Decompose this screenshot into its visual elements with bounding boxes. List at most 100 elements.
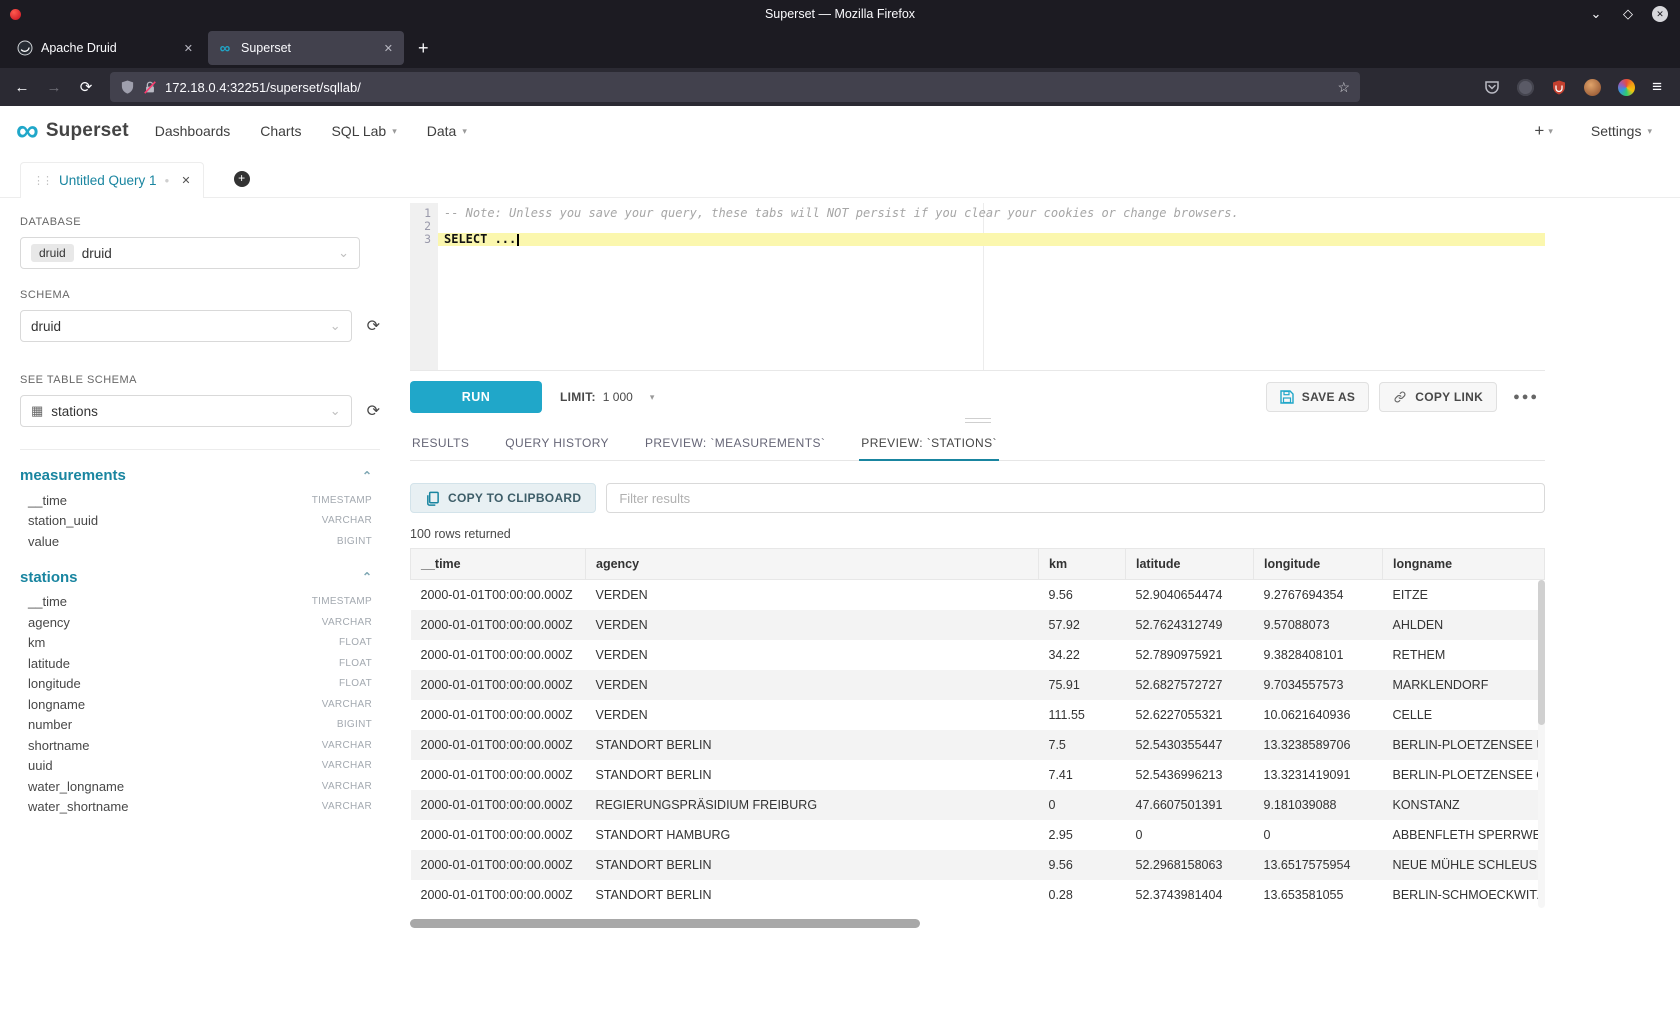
schema-column-row[interactable]: value BIGINT xyxy=(20,531,372,552)
menu-icon[interactable]: ≡ xyxy=(1652,77,1662,97)
schema-column-row[interactable]: water_shortname VARCHAR xyxy=(20,797,372,818)
run-button[interactable]: RUN xyxy=(410,381,542,413)
chevron-up-icon[interactable]: ⌃ xyxy=(362,570,372,584)
nav-label: Charts xyxy=(260,123,301,139)
table-name: measurements xyxy=(20,467,126,484)
table-select[interactable]: ▦ stations ⌄ xyxy=(20,395,352,427)
table-row: 2000-01-01T00:00:00.000Z VERDEN 34.22 52… xyxy=(411,640,1545,670)
schema-column-row[interactable]: agency VARCHAR xyxy=(20,612,372,633)
chevron-up-icon[interactable]: ⌃ xyxy=(362,469,372,483)
browser-navbar: ← → ⟳ 172.18.0.4:32251/superset/sqllab/ … xyxy=(0,68,1680,106)
column-header[interactable]: latitude xyxy=(1126,549,1254,580)
table-row: 2000-01-01T00:00:00.000Z VERDEN 111.55 5… xyxy=(411,700,1545,730)
sqllab-sidebar: DATABASE druid druid ⌄ SCHEMA druid ⌄ ⟳ … xyxy=(0,198,400,1012)
copy-link-button[interactable]: COPY LINK xyxy=(1379,382,1497,412)
cell-agency: STANDORT HAMBURG xyxy=(586,820,1039,850)
schema-select[interactable]: druid ⌄ xyxy=(20,310,352,342)
cell-agency: STANDORT BERLIN xyxy=(586,880,1039,910)
link-icon xyxy=(1393,390,1407,404)
table-row: 2000-01-01T00:00:00.000Z VERDEN 9.56 52.… xyxy=(411,580,1545,611)
insecure-lock-icon[interactable] xyxy=(143,80,157,95)
column-header[interactable]: agency xyxy=(586,549,1039,580)
back-button[interactable]: ← xyxy=(8,73,36,101)
window-close-icon[interactable]: ✕ xyxy=(1652,6,1668,22)
bookmark-star-icon[interactable]: ☆ xyxy=(1338,79,1351,96)
column-header[interactable]: km xyxy=(1039,549,1126,580)
tab-preview-stations[interactable]: PREVIEW: `STATIONS` xyxy=(859,427,999,461)
editor-code-area[interactable]: -- Note: Unless you save your query, the… xyxy=(438,203,1545,370)
schema-column-row[interactable]: latitude FLOAT xyxy=(20,653,372,674)
column-name: km xyxy=(28,635,45,650)
query-tab-close-icon[interactable]: ✕ xyxy=(181,174,190,187)
nav-data[interactable]: Data ▾ xyxy=(427,123,467,139)
nav-dashboards[interactable]: Dashboards xyxy=(155,123,231,139)
schema-column-row[interactable]: water_longname VARCHAR xyxy=(20,776,372,797)
browser-tab-apache-druid[interactable]: Apache Druid ✕ xyxy=(8,31,204,65)
schema-column-row[interactable]: longitude FLOAT xyxy=(20,674,372,695)
cell-longitude: 9.3828408101 xyxy=(1254,640,1383,670)
new-query-tab-button[interactable]: + xyxy=(234,171,250,187)
schema-column-row[interactable]: number BIGINT xyxy=(20,715,372,736)
nav-sql-lab[interactable]: SQL Lab ▾ xyxy=(331,123,396,139)
ublock-icon[interactable] xyxy=(1551,79,1567,96)
new-tab-button[interactable]: + xyxy=(408,36,439,61)
limit-dropdown[interactable]: LIMIT: 1 000 ▾ xyxy=(560,390,654,404)
tab-query-history[interactable]: QUERY HISTORY xyxy=(503,427,611,461)
table-section-header[interactable]: measurements ⌃ xyxy=(20,467,372,484)
query-tab-untitled-1[interactable]: ⋮⋮ Untitled Query 1 ● ✕ xyxy=(20,162,204,198)
column-header[interactable]: longitude xyxy=(1254,549,1383,580)
tab-results[interactable]: RESULTS xyxy=(410,427,471,461)
refresh-schemas-icon[interactable]: ⟳ xyxy=(367,316,380,336)
save-as-button[interactable]: SAVE AS xyxy=(1266,382,1369,412)
extension-icon-2[interactable] xyxy=(1584,79,1601,96)
column-header[interactable]: longname xyxy=(1383,549,1545,580)
reload-button[interactable]: ⟳ xyxy=(72,73,100,101)
vertical-scrollbar[interactable] xyxy=(1538,580,1545,908)
cell-longitude: 13.3238589706 xyxy=(1254,730,1383,760)
cell-longname: AHLDEN xyxy=(1383,610,1545,640)
schema-column-row[interactable]: km FLOAT xyxy=(20,633,372,654)
cell-km: 9.56 xyxy=(1039,580,1126,611)
window-maximize-icon[interactable]: ◇ xyxy=(1620,6,1636,22)
column-header[interactable]: __time xyxy=(411,549,586,580)
pocket-icon[interactable] xyxy=(1484,79,1500,95)
refresh-tables-icon[interactable]: ⟳ xyxy=(367,401,380,421)
settings-menu[interactable]: Settings ▾ xyxy=(1591,123,1652,139)
cell-latitude: 52.7624312749 xyxy=(1126,610,1254,640)
resizer-grip-icon xyxy=(965,418,991,423)
horizontal-scrollbar[interactable] xyxy=(410,919,1545,928)
sql-editor[interactable]: 1 2 3 -- Note: Unless you save your quer… xyxy=(410,203,1545,371)
horizontal-scrollbar-thumb[interactable] xyxy=(410,919,920,928)
database-value: druid xyxy=(82,246,112,261)
schema-column-row[interactable]: uuid VARCHAR xyxy=(20,756,372,777)
filter-results-input[interactable] xyxy=(606,483,1545,513)
url-text[interactable]: 172.18.0.4:32251/superset/sqllab/ xyxy=(165,80,1330,95)
vertical-scrollbar-thumb[interactable] xyxy=(1538,580,1545,725)
url-bar[interactable]: 172.18.0.4:32251/superset/sqllab/ ☆ xyxy=(110,72,1360,102)
extension-icon-1[interactable] xyxy=(1517,79,1534,96)
column-type: VARCHAR xyxy=(322,617,372,628)
tab-preview-measurements[interactable]: PREVIEW: `MEASUREMENTS` xyxy=(643,427,827,461)
tab-close-icon[interactable]: ✕ xyxy=(382,40,395,57)
cell-time: 2000-01-01T00:00:00.000Z xyxy=(411,700,586,730)
forward-button[interactable]: → xyxy=(40,73,68,101)
tab-close-icon[interactable]: ✕ xyxy=(182,40,195,57)
browser-tab-superset[interactable]: ∞ Superset ✕ xyxy=(208,31,404,65)
schema-column-row[interactable]: __time TIMESTAMP xyxy=(20,592,372,613)
shield-icon[interactable] xyxy=(120,79,135,95)
superset-logo[interactable]: ∞ Superset xyxy=(16,118,129,144)
extension-icon-3[interactable] xyxy=(1618,79,1635,96)
table-section-header[interactable]: stations ⌃ xyxy=(20,569,372,586)
more-options-button[interactable]: ●●● xyxy=(1507,391,1545,403)
copy-to-clipboard-button[interactable]: COPY TO CLIPBOARD xyxy=(410,483,596,513)
schema-column-row[interactable]: __time TIMESTAMP xyxy=(20,490,372,511)
new-item-button[interactable]: + ▾ xyxy=(1534,121,1552,141)
copy-to-clipboard-label: COPY TO CLIPBOARD xyxy=(448,491,581,505)
window-minimize-icon[interactable]: ⌄ xyxy=(1588,6,1604,22)
schema-column-row[interactable]: longname VARCHAR xyxy=(20,694,372,715)
schema-column-row[interactable]: station_uuid VARCHAR xyxy=(20,511,372,532)
schema-column-row[interactable]: shortname VARCHAR xyxy=(20,735,372,756)
pane-resizer-handle[interactable] xyxy=(410,413,1545,427)
nav-charts[interactable]: Charts xyxy=(260,123,301,139)
database-select[interactable]: druid druid ⌄ xyxy=(20,237,360,269)
